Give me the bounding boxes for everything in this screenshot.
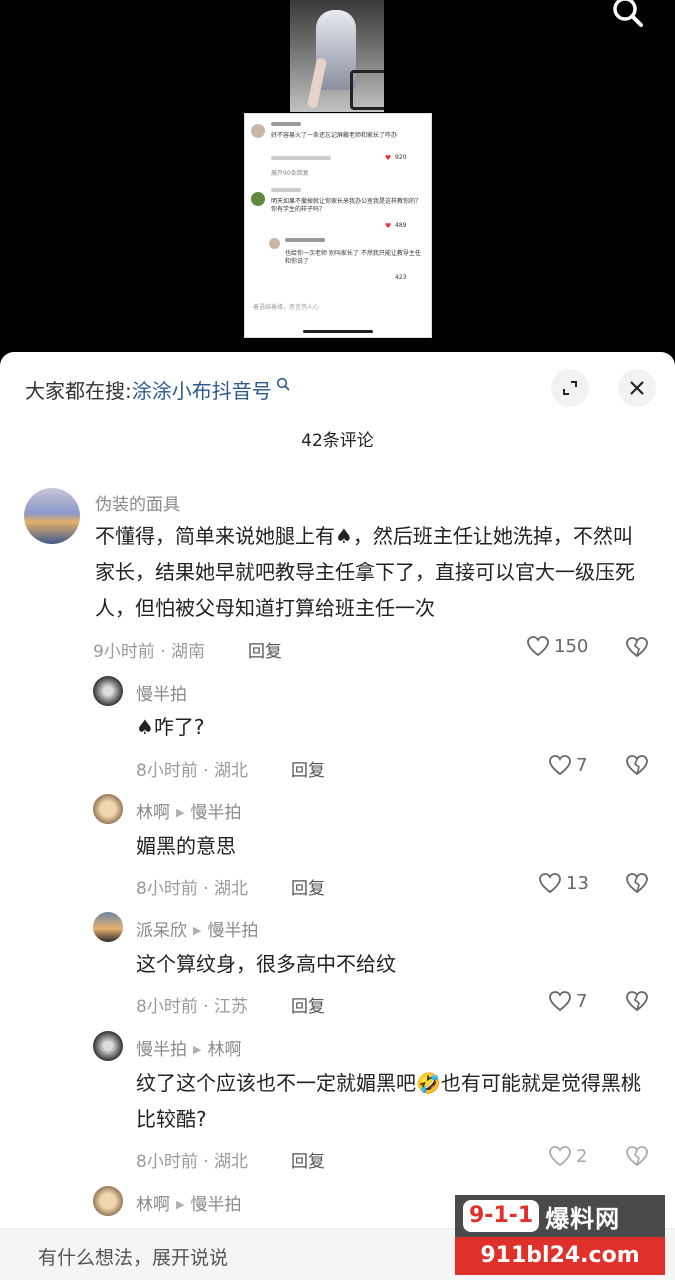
expand-icon — [563, 381, 577, 395]
suggested-search-prefix: 大家都在搜: — [25, 378, 132, 403]
reply-username[interactable]: 慢半拍 ▶ 林啊 — [136, 1035, 241, 1060]
search-icon[interactable] — [609, 0, 649, 30]
heart-icon — [539, 873, 561, 894]
watermark: 9-1-1 爆料网 911bl24.com — [455, 1195, 665, 1277]
home-indicator — [303, 330, 373, 333]
heart-icon — [527, 636, 549, 657]
reply-button[interactable]: 回复 — [291, 874, 325, 899]
like-count: 2 — [576, 1145, 588, 1167]
close-button[interactable] — [618, 369, 656, 407]
expand-button[interactable] — [551, 369, 589, 407]
broken-heart-icon — [626, 991, 648, 1012]
embedded-screenshot: 好不容易火了一条还忘记屏蔽老师和家长了咋办 ♥ 920 展开90条回复 明天如果… — [244, 113, 432, 338]
comment-sheet: 大家都在搜: 涂涂小布抖音号 42条评论 伪装的面具 不懂得，简单来说她腿上有♠… — [0, 352, 675, 1280]
heart-icon — [549, 1146, 571, 1167]
mini-comment-1: 好不容易火了一条还忘记屏蔽老师和家长了咋办 — [271, 132, 398, 139]
reply-username[interactable]: 林啊 ▶ 慢半拍 — [136, 798, 241, 823]
comment-input-placeholder: 有什么想法，展开说说 — [38, 1247, 229, 1269]
like-button[interactable]: 150 — [526, 635, 588, 657]
broken-heart-icon — [626, 755, 648, 776]
broken-heart-icon — [626, 1146, 648, 1167]
reply-text: ♠咋了? — [136, 715, 205, 739]
reply-button[interactable]: 回复 — [248, 637, 282, 662]
like-count: 7 — [576, 754, 588, 776]
avatar[interactable] — [93, 912, 123, 942]
mini-comment-3: 也给你一次老师 别叫家长了 不然我只能让教导主任和你说了 — [285, 250, 421, 265]
like-count: 13 — [566, 872, 589, 894]
search-small-icon — [276, 377, 290, 395]
like-button[interactable]: 2 — [548, 1145, 587, 1167]
watermark-url: 911bl24.com — [455, 1237, 665, 1275]
video-area[interactable]: 好不容易火了一条还忘记屏蔽老师和家长了咋办 ♥ 920 展开90条回复 明天如果… — [0, 0, 675, 352]
comment-username[interactable]: 伪装的面具 — [95, 490, 180, 515]
reply-username[interactable]: 派呆欣 ▶ 慢半拍 — [136, 916, 258, 941]
heart-icon — [549, 991, 571, 1012]
mini-likes-3: 423 — [395, 274, 407, 281]
video-frame-image — [290, 0, 384, 112]
reply-username[interactable]: 慢半拍 — [136, 680, 187, 705]
watermark-name: 爆料网 — [545, 1204, 621, 1233]
broken-heart-icon — [626, 873, 648, 894]
mini-comment-2: 明天如果不撤掉就让你家长来我办公室我是这样教你的？你有学生的样子吗？ — [271, 198, 422, 213]
comment-text: 不懂得，简单来说她腿上有♠，然后班主任让她洗掉，不然叫家长，结果她早就吧教导主任… — [95, 524, 635, 620]
reply-username[interactable]: 林啊 ▶ 慢半拍 — [136, 1190, 241, 1215]
avatar[interactable] — [93, 1031, 123, 1061]
reply-meta: 8小时前 · 湖北 — [136, 1152, 249, 1172]
dislike-button[interactable] — [624, 636, 650, 662]
avatar[interactable] — [93, 676, 123, 706]
dislike-button[interactable] — [624, 754, 650, 780]
mini-expand: 展开90条回复 — [271, 170, 309, 177]
avatar[interactable] — [93, 1186, 123, 1216]
like-count: 7 — [576, 990, 588, 1012]
like-button[interactable]: 7 — [548, 754, 587, 776]
dislike-button[interactable] — [624, 990, 650, 1016]
reply-button[interactable]: 回复 — [291, 756, 325, 781]
avatar[interactable] — [24, 488, 80, 544]
comment-count-title: 42条评论 — [301, 431, 374, 451]
like-count: 150 — [554, 635, 589, 657]
reply-text: 媚黑的意思 — [136, 834, 236, 858]
reply-text: 纹了这个应该也不一定就媚黑吧🤣也有可能就是觉得黑桃比较酷? — [136, 1071, 641, 1131]
suggested-search[interactable]: 大家都在搜: 涂涂小布抖音号 — [25, 372, 290, 406]
mini-likes-2: 489 — [395, 222, 407, 229]
dislike-button[interactable] — [624, 872, 650, 898]
like-button[interactable]: 7 — [548, 990, 587, 1012]
mini-input-placeholder: 善语结善缘，恶言伤人心 — [253, 304, 320, 311]
dislike-button[interactable] — [624, 1145, 650, 1171]
avatar[interactable] — [93, 794, 123, 824]
watermark-logo: 9-1-1 — [463, 1200, 540, 1232]
like-button[interactable]: 13 — [538, 872, 589, 894]
suggested-search-link[interactable]: 涂涂小布抖音号 — [132, 375, 272, 404]
comment-meta: 9小时前 · 湖南 — [93, 642, 206, 662]
broken-heart-icon — [626, 637, 648, 658]
reply-meta: 8小时前 · 湖北 — [136, 761, 249, 781]
reply-button[interactable]: 回复 — [291, 1147, 325, 1172]
mini-likes-1: 920 — [395, 154, 407, 161]
reply-button[interactable]: 回复 — [291, 992, 325, 1017]
heart-icon — [549, 755, 571, 776]
reply-text: 这个算纹身，很多高中不给纹 — [136, 952, 396, 976]
reply-meta: 8小时前 · 湖北 — [136, 879, 249, 899]
close-icon — [630, 381, 644, 395]
reply-meta: 8小时前 · 江苏 — [136, 997, 249, 1017]
